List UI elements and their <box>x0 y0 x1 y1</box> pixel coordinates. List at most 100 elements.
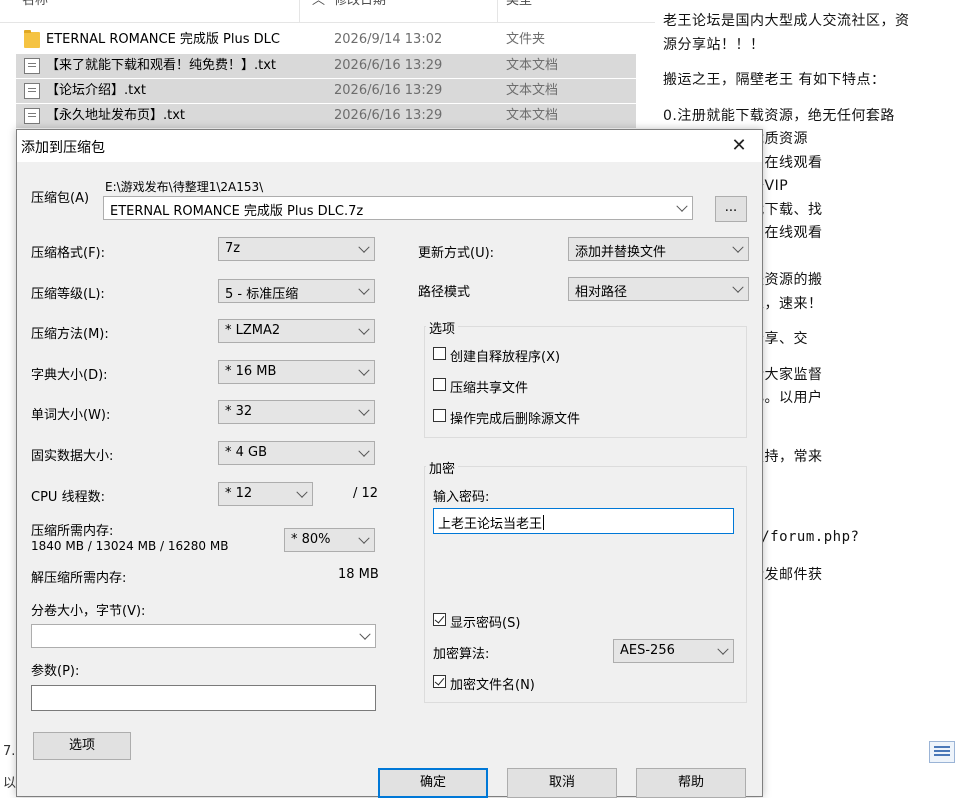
chevron-down-icon <box>358 241 370 253</box>
file-date: 2026/6/16 13:29 <box>334 83 443 98</box>
chevron-down-icon <box>358 364 370 376</box>
file-row[interactable]: 【来了就能下载和观看！纯免费！】.txt 2026/6/16 13:29 文本文… <box>16 54 636 78</box>
encryption-group-title: 加密 <box>426 458 459 477</box>
password-input[interactable]: 上老王论坛当老王 <box>433 508 734 534</box>
mem-decompress-label: 解压缩所需内存: <box>31 571 127 586</box>
solid-label: 固实数据大小: <box>31 449 114 464</box>
chevron-down-icon <box>296 486 308 498</box>
level-value: 5 - 标准压缩 <box>225 287 299 302</box>
threads-select[interactable]: * 12 <box>218 482 313 506</box>
algo-value: AES-256 <box>620 643 675 658</box>
format-label: 压缩格式(F): <box>31 246 106 261</box>
shared-checkbox-label: 压缩共享文件 <box>450 381 529 396</box>
dict-select[interactable]: * 16 MB <box>218 360 375 384</box>
threads-label: CPU 线程数: <box>31 490 105 505</box>
password-label: 输入密码: <box>433 490 490 505</box>
params-input[interactable] <box>31 685 376 711</box>
document-line: 搬运之王，隔壁老王 有如下特点： <box>663 72 886 88</box>
checkbox-box <box>433 613 446 626</box>
file-type: 文本文档 <box>506 108 559 123</box>
partial-text: 7. <box>3 744 16 759</box>
help-button[interactable]: 帮助 <box>636 768 746 798</box>
chevron-down-icon <box>732 281 744 293</box>
checkbox-box <box>433 675 446 688</box>
document-line: 0.注册就能下载资源，绝无任何套路 <box>663 107 895 124</box>
chevron-down-icon <box>358 404 370 416</box>
password-value: 上老王论坛当老王 <box>438 515 545 532</box>
archive-name-combo[interactable]: ETERNAL ROMANCE 完成版 Plus DLC.7z <box>103 196 693 220</box>
sort-chevron-icon: ︿ <box>312 0 326 8</box>
column-name[interactable]: 名称 <box>0 0 300 22</box>
text-file-icon <box>24 58 40 74</box>
word-select[interactable]: * 32 <box>218 400 375 424</box>
title-bar[interactable]: 添加到压缩包 ✕ <box>17 130 762 162</box>
solid-value: * 4 GB <box>225 445 268 460</box>
file-type: 文件夹 <box>506 32 546 47</box>
file-row[interactable]: 【论坛介绍】.txt 2026/6/16 13:29 文本文档 <box>16 79 636 103</box>
chevron-down-icon <box>676 200 688 212</box>
path-mode-select[interactable]: 相对路径 <box>568 277 749 301</box>
chevron-down-icon <box>359 628 371 640</box>
mem-usage-value: * 80% <box>291 532 331 547</box>
file-type: 文本文档 <box>506 58 559 73</box>
volume-combo[interactable] <box>31 624 376 648</box>
file-row[interactable]: 【永久地址发布页】.txt 2026/6/16 13:29 文本文档 <box>16 104 636 128</box>
algo-select[interactable]: AES-256 <box>613 639 734 663</box>
level-select[interactable]: 5 - 标准压缩 <box>218 279 375 303</box>
chevron-down-icon <box>732 241 744 253</box>
volume-label: 分卷大小，字节(V): <box>31 604 146 619</box>
solid-select[interactable]: * 4 GB <box>218 441 375 465</box>
method-value: * LZMA2 <box>225 323 281 338</box>
options-button[interactable]: 选项 <box>33 732 131 760</box>
chevron-down-icon <box>358 283 370 295</box>
format-select[interactable]: 7z <box>218 237 375 261</box>
archive-path: E:\游戏发布\待整理1\2A153\ <box>105 180 264 194</box>
update-select[interactable]: 添加并替换文件 <box>568 237 749 261</box>
mem-compress-label: 压缩所需内存: <box>31 524 114 539</box>
document-line: 老王论坛是国内大型成人交流社区，资 <box>663 13 910 29</box>
delete-source-checkbox-label: 操作完成后删除源文件 <box>450 412 581 427</box>
file-date: 2026/6/16 13:29 <box>334 108 443 123</box>
text-file-icon <box>24 83 40 99</box>
file-name: 【永久地址发布页】.txt <box>46 108 186 123</box>
method-label: 压缩方法(M): <box>31 327 109 342</box>
checkbox-box <box>433 409 446 422</box>
dialog-title: 添加到压缩包 <box>21 140 105 156</box>
ok-button[interactable]: 确定 <box>378 768 488 798</box>
path-mode-label: 路径模式 <box>418 285 471 300</box>
document-line: 源分享站！！！ <box>663 36 765 53</box>
update-value: 添加并替换文件 <box>575 245 667 260</box>
column-type[interactable]: 类型 <box>500 0 655 22</box>
options-group-title: 选项 <box>426 318 459 337</box>
level-label: 压缩等级(L): <box>31 287 105 302</box>
checkbox-box <box>433 378 446 391</box>
file-name: 【来了就能下载和观看！纯免费！】.txt <box>46 58 277 73</box>
chevron-down-icon <box>358 445 370 457</box>
file-row[interactable]: ETERNAL ROMANCE 完成版 Plus DLC 2026/9/14 1… <box>16 28 636 52</box>
file-date: 2026/9/14 13:02 <box>334 32 443 47</box>
sfx-checkbox-label: 创建自释放程序(X) <box>450 350 561 365</box>
show-password-label: 显示密码(S) <box>450 616 521 631</box>
chevron-down-icon <box>358 323 370 335</box>
partial-text: 以 <box>3 776 17 791</box>
dict-label: 字典大小(D): <box>31 368 108 383</box>
file-name: 【论坛介绍】.txt <box>46 83 147 98</box>
column-header: 名称 ︿ 修改日期 类型 <box>0 0 655 23</box>
algo-label: 加密算法: <box>433 647 490 662</box>
threads-value: * 12 <box>225 486 253 501</box>
threads-max: / 12 <box>353 486 379 501</box>
method-select[interactable]: * LZMA2 <box>218 319 375 343</box>
mem-decompress-value: 18 MB <box>338 567 379 582</box>
file-date: 2026/6/16 13:29 <box>334 58 443 73</box>
mem-usage-select[interactable]: * 80% <box>284 528 375 552</box>
text-file-icon <box>24 108 40 124</box>
dict-value: * 16 MB <box>225 364 277 379</box>
close-icon[interactable]: ✕ <box>716 130 762 162</box>
checkbox-box <box>433 347 446 360</box>
column-date[interactable]: 修改日期 <box>330 0 498 22</box>
browse-button[interactable]: ... <box>715 196 747 222</box>
cancel-button[interactable]: 取消 <box>507 768 617 798</box>
mem-compress-detail: 1840 MB / 13024 MB / 16280 MB <box>31 539 229 553</box>
document-view-icon[interactable] <box>929 741 955 763</box>
add-to-archive-dialog: 添加到压缩包 ✕ 压缩包(A) E:\游戏发布\待整理1\2A153\ ETER… <box>16 129 763 798</box>
